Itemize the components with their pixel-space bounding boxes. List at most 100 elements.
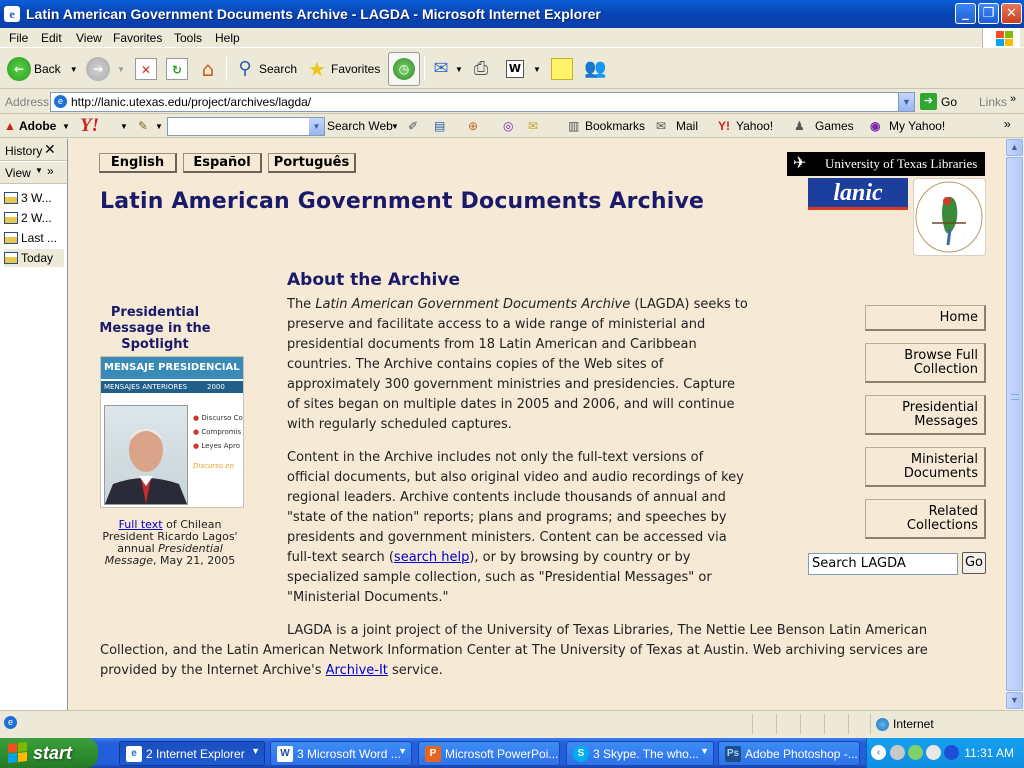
ut-libraries-logo[interactable]: ✈ University of Texas Libraries: [787, 152, 985, 176]
yahoo-button[interactable]: Yahoo!: [736, 119, 773, 133]
menu-view[interactable]: View: [76, 31, 102, 45]
messenger-button[interactable]: 👥: [584, 55, 606, 83]
lanic-logo[interactable]: lanic: [808, 178, 908, 210]
scroll-up-icon[interactable]: ▲: [1006, 139, 1023, 156]
yahoo-search-input[interactable]: ▼: [167, 117, 325, 136]
close-button[interactable]: ✕: [1001, 3, 1022, 24]
tray-bluetooth-icon[interactable]: [944, 745, 959, 760]
tray-expand-icon[interactable]: ‹: [871, 745, 886, 760]
popup-blocker-icon[interactable]: ▤: [434, 119, 445, 133]
search-web-dropdown-icon[interactable]: ▼: [391, 122, 399, 131]
history-item[interactable]: Last ...: [4, 229, 64, 247]
adobe-dropdown-icon[interactable]: ▼: [62, 122, 70, 131]
more-chevron-icon[interactable]: »: [1004, 117, 1011, 131]
forward-dropdown-icon[interactable]: ▼: [117, 65, 125, 74]
adobe-button[interactable]: Adobe: [19, 119, 56, 133]
nav-related-collections[interactable]: Related Collections: [865, 499, 986, 539]
view-dropdown-icon[interactable]: ▼: [35, 166, 43, 175]
scroll-down-icon[interactable]: ▼: [1006, 692, 1023, 709]
view-button[interactable]: View: [5, 166, 31, 180]
mail-dropdown-icon[interactable]: ▼: [455, 65, 463, 74]
address-input[interactable]: e http://lanic.utexas.edu/project/archiv…: [50, 92, 915, 112]
restore-icon: ❐: [982, 6, 995, 21]
start-button[interactable]: start: [0, 738, 98, 768]
adobe-icon[interactable]: ▲: [4, 119, 16, 133]
stop-button[interactable]: ✕: [135, 55, 157, 83]
lang-english-tab[interactable]: English: [99, 153, 177, 173]
search-go-button[interactable]: Go: [962, 552, 986, 574]
games-button[interactable]: Games: [815, 119, 854, 133]
print-button[interactable]: ⎙: [470, 55, 492, 83]
title-bar[interactable]: e Latin American Government Documents Ar…: [0, 0, 1024, 28]
search-web-button[interactable]: Search Web: [327, 119, 393, 133]
headphones-icon[interactable]: ◎: [503, 119, 513, 133]
close-history-icon[interactable]: ✕: [44, 141, 56, 158]
go-button[interactable]: ➔ Go: [920, 93, 957, 110]
menu-favorites[interactable]: Favorites: [113, 31, 162, 45]
pencil-dropdown-icon[interactable]: ▼: [155, 122, 163, 131]
nav-presidential-messages[interactable]: Presidential Messages: [865, 395, 986, 435]
search-lagda-input[interactable]: Search LAGDA: [808, 553, 958, 575]
yahoo-logo[interactable]: Y!: [80, 115, 99, 137]
menu-tools[interactable]: Tools: [174, 31, 202, 45]
more-icon[interactable]: »: [47, 164, 54, 178]
home-button[interactable]: ⌂: [197, 55, 219, 83]
scroll-thumb[interactable]: [1006, 157, 1023, 691]
presidential-message-thumbnail[interactable]: MENSAJE PRESIDENCIAL 2005 MENSAJES ANTER…: [100, 356, 244, 508]
edit-button[interactable]: W ▼: [506, 55, 541, 83]
refresh-button[interactable]: ↻: [166, 55, 188, 83]
discuss-button[interactable]: [551, 55, 573, 83]
address-dropdown-icon[interactable]: ▼: [898, 93, 914, 111]
back-dropdown-icon[interactable]: ▼: [70, 65, 78, 74]
yahoo-dropdown-icon[interactable]: ▼: [120, 122, 128, 131]
nav-ministerial-documents[interactable]: Ministerial Documents: [865, 447, 986, 487]
menu-edit[interactable]: Edit: [41, 31, 62, 45]
minimize-button[interactable]: _: [955, 3, 976, 24]
edit-dropdown-icon[interactable]: ▼: [533, 65, 541, 74]
tray-volume-icon[interactable]: [926, 745, 941, 760]
forward-button[interactable]: → ▼: [86, 55, 125, 83]
bookmarks-button[interactable]: Bookmarks: [585, 119, 645, 133]
taskbar-photoshop[interactable]: Ps Adobe Photoshop -...: [718, 741, 860, 766]
yahoo-mail-button[interactable]: Mail: [676, 119, 698, 133]
benson-collection-seal-icon[interactable]: [913, 178, 986, 256]
menu-help[interactable]: Help: [215, 31, 240, 45]
clock[interactable]: 11:31 AM: [964, 746, 1014, 760]
myyahoo-button[interactable]: My Yahoo!: [889, 119, 945, 133]
search-dropdown-icon[interactable]: ▼: [309, 118, 324, 135]
favorites-button[interactable]: ★ Favorites: [306, 55, 380, 83]
chevron-icon[interactable]: »: [1010, 93, 1016, 105]
nav-browse-full-collection[interactable]: Browse Full Collection: [865, 343, 986, 383]
target-icon[interactable]: ⊕: [468, 119, 478, 133]
search-help-link[interactable]: search help: [394, 550, 469, 565]
lang-espanol-tab[interactable]: Español: [183, 153, 262, 173]
restore-button[interactable]: ❐: [978, 3, 999, 24]
taskbar-internet-explorer[interactable]: e 2 Internet Explorer ▼: [119, 741, 265, 766]
history-item[interactable]: 2 W...: [4, 209, 64, 227]
media-history-button[interactable]: ◷: [388, 52, 420, 86]
ie-icon[interactable]: e: [4, 6, 20, 22]
taskbar-skype[interactable]: S 3 Skype. The who... ▼: [566, 741, 714, 766]
highlight-pen-icon[interactable]: ✐: [408, 119, 418, 133]
nav-home[interactable]: Home: [865, 305, 986, 331]
menu-file[interactable]: File: [9, 31, 28, 45]
taskbar-powerpoint[interactable]: P Microsoft PowerPoi...: [418, 741, 560, 766]
history-item-today[interactable]: Today: [4, 249, 64, 267]
vertical-scrollbar[interactable]: ▲ ▼: [1006, 139, 1024, 710]
p1-text: (LAGDA) seeks to preserve and facilitate…: [287, 297, 748, 432]
lang-portugues-tab[interactable]: Português: [268, 153, 356, 173]
tray-network-icon[interactable]: [890, 745, 905, 760]
antispy-icon[interactable]: ✉: [528, 119, 538, 133]
back-button[interactable]: ← Back ▼: [7, 55, 78, 83]
search-button[interactable]: ⚲ Search: [234, 55, 297, 83]
links-label[interactable]: Links: [979, 95, 1007, 109]
mail-button[interactable]: ✉ ▼: [430, 55, 463, 83]
archive-it-link[interactable]: Archive-It: [326, 663, 388, 678]
history-item[interactable]: 3 W...: [4, 189, 64, 207]
security-zone[interactable]: Internet: [876, 717, 934, 731]
taskbar-microsoft-word[interactable]: W 3 Microsoft Word ... ▼: [270, 741, 412, 766]
tray-shield-icon[interactable]: [908, 745, 923, 760]
globe-icon: [876, 717, 889, 731]
address-url[interactable]: http://lanic.utexas.edu/project/archives…: [71, 95, 311, 109]
pencil-icon[interactable]: ✎: [138, 119, 148, 133]
